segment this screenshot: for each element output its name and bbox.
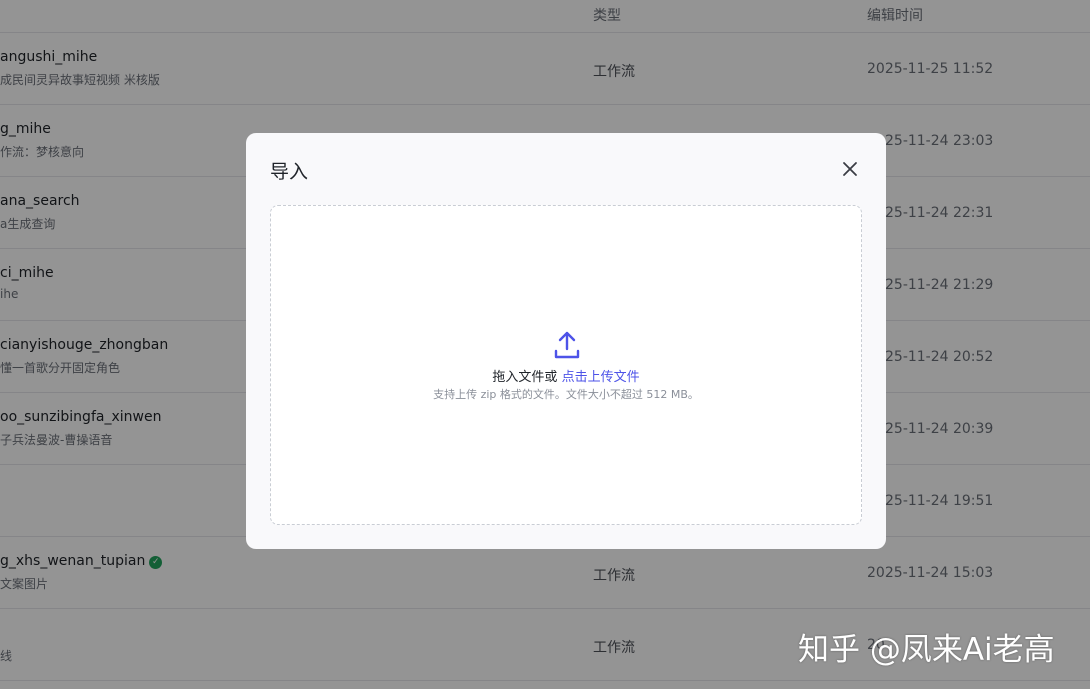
close-icon[interactable] xyxy=(836,155,864,183)
upload-icon xyxy=(553,330,581,360)
drag-prompt-text: 拖入文件或 xyxy=(492,370,558,385)
dropzone-prompt: 拖入文件或 点击上传文件 xyxy=(271,366,861,385)
watermark: 知乎 @凤来Ai老高 xyxy=(798,632,1055,668)
import-dialog: 导入 拖入文件或 点击上传文件 支持上传 zip 格式的文件。文件大小不超过 5… xyxy=(246,133,886,549)
file-dropzone[interactable]: 拖入文件或 点击上传文件 支持上传 zip 格式的文件。文件大小不超过 512 … xyxy=(270,205,862,525)
upload-hint: 支持上传 zip 格式的文件。文件大小不超过 512 MB。 xyxy=(433,388,699,401)
upload-file-link[interactable]: 点击上传文件 xyxy=(562,370,640,385)
dialog-title: 导入 xyxy=(270,161,309,183)
